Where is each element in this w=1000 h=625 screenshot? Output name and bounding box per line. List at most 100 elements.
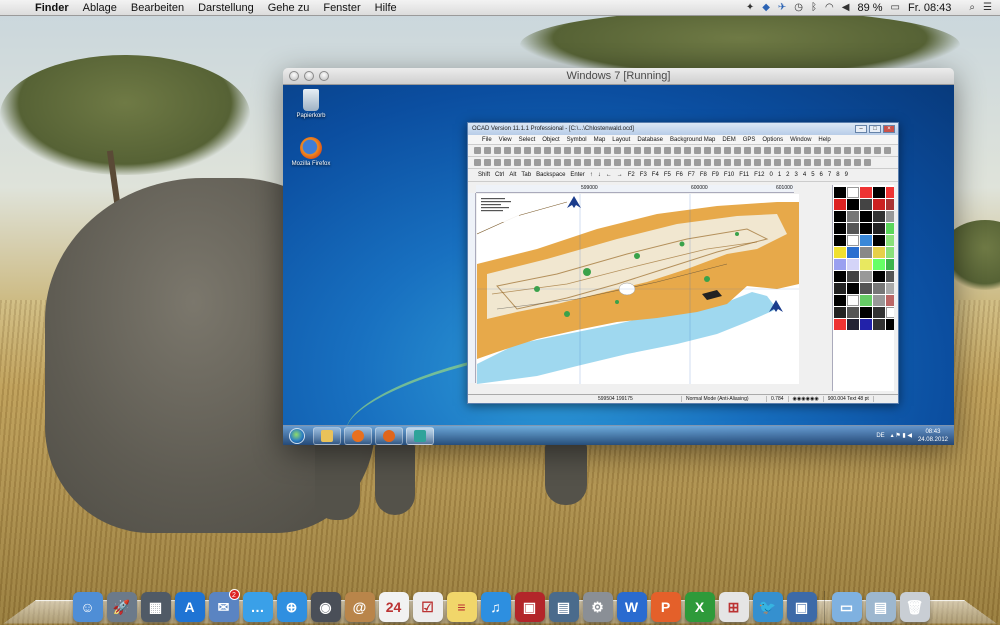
tool-icon[interactable] bbox=[884, 147, 891, 154]
ocad-close-button[interactable]: × bbox=[883, 125, 895, 133]
key-button[interactable]: 7 bbox=[828, 172, 831, 178]
key-button[interactable]: 5 bbox=[811, 172, 814, 178]
tool-icon[interactable] bbox=[574, 147, 581, 154]
wand-icon[interactable]: ✦ bbox=[746, 2, 754, 13]
taskbar-firefox[interactable] bbox=[375, 426, 403, 445]
ocad-menu-database[interactable]: Database bbox=[637, 137, 663, 143]
dropbox-icon[interactable]: ◆ bbox=[762, 2, 770, 13]
key-button[interactable]: 8 bbox=[836, 172, 839, 178]
symbol-swatch[interactable] bbox=[834, 187, 846, 198]
dock-twitter[interactable]: 🐦 bbox=[752, 589, 784, 625]
vm-title-bar[interactable]: Windows 7 [Running] bbox=[283, 68, 954, 85]
tool-icon[interactable] bbox=[734, 159, 741, 166]
dock-excel[interactable]: X bbox=[684, 589, 716, 625]
symbol-swatch[interactable] bbox=[886, 247, 894, 258]
ocad-menu-map[interactable]: Map bbox=[594, 137, 606, 143]
symbol-swatch[interactable] bbox=[860, 319, 872, 330]
symbol-swatch[interactable] bbox=[860, 271, 872, 282]
notification-center-icon[interactable]: ☰ bbox=[983, 2, 992, 13]
tool-icon[interactable] bbox=[774, 159, 781, 166]
dock-contacts[interactable]: @ bbox=[344, 589, 376, 625]
key-button[interactable]: Backspace bbox=[536, 172, 565, 178]
tool-icon[interactable] bbox=[644, 159, 651, 166]
tool-icon[interactable] bbox=[474, 147, 481, 154]
tool-icon[interactable] bbox=[804, 147, 811, 154]
tool-icon[interactable] bbox=[874, 147, 881, 154]
key-button[interactable]: Shift bbox=[478, 172, 490, 178]
tool-icon[interactable] bbox=[754, 159, 761, 166]
tool-icon[interactable] bbox=[864, 147, 871, 154]
symbol-swatch[interactable] bbox=[886, 187, 894, 198]
dock-finder[interactable]: ☺ bbox=[72, 589, 104, 625]
symbol-swatch[interactable] bbox=[886, 199, 894, 210]
tool-icon[interactable] bbox=[524, 159, 531, 166]
tool-icon[interactable] bbox=[634, 159, 641, 166]
symbol-swatch[interactable] bbox=[860, 199, 872, 210]
tool-icon[interactable] bbox=[744, 159, 751, 166]
tool-icon[interactable] bbox=[814, 147, 821, 154]
tool-icon[interactable] bbox=[824, 159, 831, 166]
twitter-icon[interactable]: ✈ bbox=[778, 2, 786, 13]
ocad-menu-layout[interactable]: Layout bbox=[612, 137, 630, 143]
tool-icon[interactable] bbox=[784, 147, 791, 154]
tool-icon[interactable] bbox=[624, 147, 631, 154]
tool-icon[interactable] bbox=[794, 147, 801, 154]
symbol-swatch[interactable] bbox=[834, 223, 846, 234]
dock-facetime[interactable]: ◉ bbox=[310, 589, 342, 625]
tool-icon[interactable] bbox=[834, 159, 841, 166]
symbol-swatch[interactable] bbox=[873, 247, 885, 258]
symbol-swatch[interactable] bbox=[873, 295, 885, 306]
symbol-swatch[interactable] bbox=[886, 223, 894, 234]
desktop-icon-recycle-bin[interactable]: Papierkorb bbox=[286, 89, 336, 119]
tool-icon[interactable] bbox=[494, 147, 501, 154]
ocad-minimize-button[interactable]: – bbox=[855, 125, 867, 133]
tool-icon[interactable] bbox=[494, 159, 501, 166]
ocad-menu-symbol[interactable]: Symbol bbox=[567, 137, 587, 143]
dock-calendar[interactable]: 24 bbox=[378, 589, 410, 625]
tool-icon[interactable] bbox=[604, 147, 611, 154]
key-button[interactable]: F5 bbox=[664, 172, 671, 178]
tray-icons[interactable]: ▴ ⚑ ▮ ◀ bbox=[891, 432, 912, 439]
language-indicator[interactable]: DE bbox=[876, 433, 884, 439]
ocad-menu-background-map[interactable]: Background Map bbox=[670, 137, 715, 143]
symbol-swatch[interactable] bbox=[873, 211, 885, 222]
tool-icon[interactable] bbox=[824, 147, 831, 154]
dock-mail[interactable]: ✉ 2 bbox=[208, 589, 240, 625]
ocad-menu-file[interactable]: File bbox=[482, 137, 492, 143]
key-button[interactable]: F12 bbox=[754, 172, 764, 178]
dock-system-preferences[interactable]: ⚙ bbox=[582, 589, 614, 625]
tool-icon[interactable] bbox=[844, 147, 851, 154]
symbol-swatch[interactable] bbox=[860, 235, 872, 246]
symbol-swatch[interactable] bbox=[886, 211, 894, 222]
tool-icon[interactable] bbox=[504, 159, 511, 166]
dock-notes[interactable]: ≡ bbox=[446, 589, 478, 625]
key-button[interactable]: → bbox=[617, 172, 623, 178]
symbol-swatch[interactable] bbox=[886, 271, 894, 282]
tool-icon[interactable] bbox=[534, 147, 541, 154]
symbol-swatch[interactable] bbox=[847, 271, 859, 282]
symbol-swatch[interactable] bbox=[834, 319, 846, 330]
symbol-swatch[interactable] bbox=[886, 295, 894, 306]
tool-icon[interactable] bbox=[664, 147, 671, 154]
tool-icon[interactable] bbox=[514, 147, 521, 154]
tool-icon[interactable] bbox=[684, 147, 691, 154]
tool-icon[interactable] bbox=[704, 159, 711, 166]
symbol-swatch[interactable] bbox=[847, 199, 859, 210]
dock-launchpad[interactable]: 🚀 bbox=[106, 589, 138, 625]
tool-icon[interactable] bbox=[664, 159, 671, 166]
tool-icon[interactable] bbox=[484, 147, 491, 154]
dock-itunes[interactable]: ♫ bbox=[480, 589, 512, 625]
key-button[interactable]: ← bbox=[606, 172, 612, 178]
tool-icon[interactable] bbox=[554, 159, 561, 166]
symbol-swatch[interactable] bbox=[860, 247, 872, 258]
spotlight-icon[interactable]: ⌕ bbox=[969, 2, 975, 13]
symbol-swatch[interactable] bbox=[873, 223, 885, 234]
ocad-menu-window[interactable]: Window bbox=[790, 137, 811, 143]
symbol-swatch[interactable] bbox=[847, 259, 859, 270]
tool-icon[interactable] bbox=[554, 147, 561, 154]
ocad-menu-object[interactable]: Object bbox=[542, 137, 559, 143]
dock-applications-folder[interactable]: ▭ bbox=[831, 589, 863, 625]
symbol-swatch[interactable] bbox=[834, 283, 846, 294]
tool-icon[interactable] bbox=[794, 159, 801, 166]
symbol-swatch[interactable] bbox=[886, 259, 894, 270]
